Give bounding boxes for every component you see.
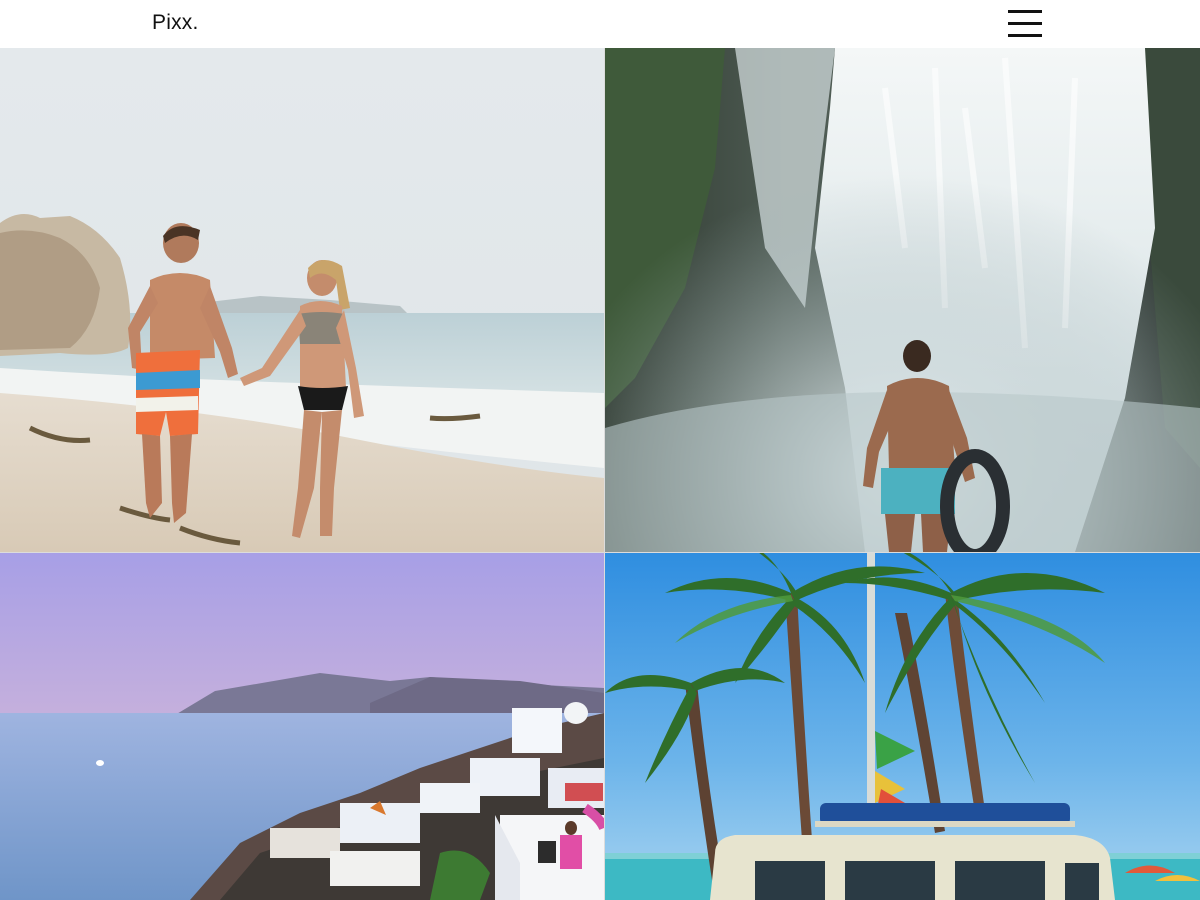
palm-trees-van-image [605, 553, 1200, 900]
photo-beach-couple[interactable] [0, 48, 604, 552]
menu-line [1008, 34, 1042, 37]
menu-line [1008, 10, 1042, 13]
grid-divider-vertical [604, 48, 605, 900]
photo-santorini-village[interactable] [0, 553, 604, 900]
photo-palm-trees-van[interactable] [605, 553, 1200, 900]
site-logo[interactable]: Pixx. [152, 10, 199, 36]
menu-line [1008, 22, 1042, 25]
photo-gallery [0, 48, 1200, 900]
beach-couple-image [0, 48, 604, 552]
santorini-village-image [0, 553, 604, 900]
waterfall-man-image [605, 48, 1200, 552]
hamburger-menu-icon[interactable] [1004, 8, 1046, 40]
site-header: Pixx. [0, 0, 1200, 48]
grid-divider-horizontal [0, 552, 1200, 553]
photo-waterfall-man[interactable] [605, 48, 1200, 552]
